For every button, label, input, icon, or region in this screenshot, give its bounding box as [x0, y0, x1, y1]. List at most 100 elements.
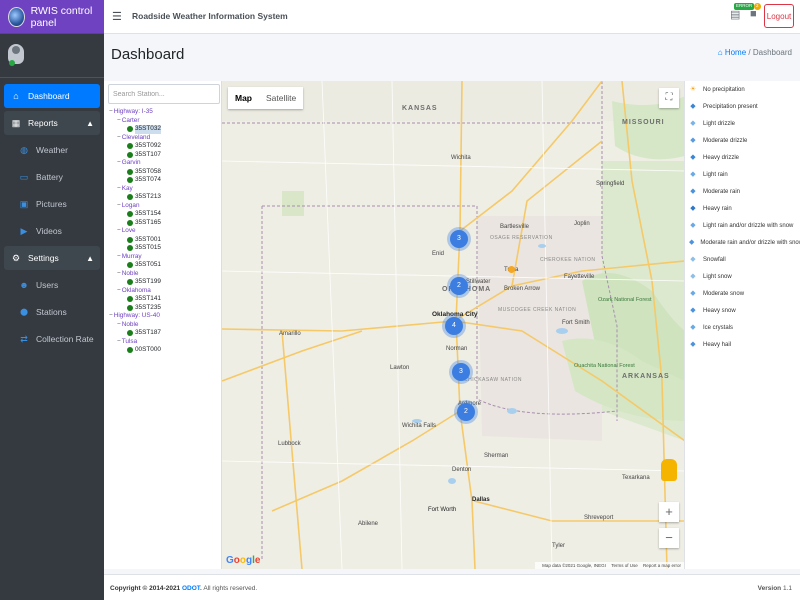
tree-county-node[interactable]: − Garvin	[109, 159, 161, 168]
legend-label: Snowfall	[703, 256, 726, 263]
map-type-map-button[interactable]: Map	[228, 87, 259, 109]
zoom-in-button[interactable]: +	[659, 502, 679, 522]
menu-toggle-icon[interactable]: ☰	[112, 10, 122, 23]
map-city-label: Dallas	[472, 497, 490, 503]
street-view-pegman-icon[interactable]	[661, 459, 677, 481]
logout-button[interactable]: Logout	[764, 4, 794, 28]
legend-label: Heavy drizzle	[703, 154, 740, 161]
footer-version: Version 1.1	[758, 585, 792, 592]
collapse-icon[interactable]: −	[117, 287, 121, 296]
tree-county-node[interactable]: − Love	[109, 227, 161, 236]
legend-item: ◆ Light rain	[685, 166, 800, 183]
collapse-icon[interactable]: −	[117, 202, 121, 211]
tree-station-node[interactable]: 35ST032	[109, 125, 161, 134]
tree-station-node[interactable]: 35ST141	[109, 295, 161, 304]
collapse-icon[interactable]: −	[117, 227, 121, 236]
tree-node-label: 35ST199	[135, 278, 161, 285]
tree-station-node[interactable]: 35ST001	[109, 236, 161, 245]
collapse-icon[interactable]: −	[109, 108, 113, 117]
tree-station-node[interactable]: 35ST199	[109, 278, 161, 287]
station-cluster-marker[interactable]: 2	[450, 277, 468, 295]
collapse-icon[interactable]: −	[117, 185, 121, 194]
station-status-icon	[127, 151, 133, 158]
station-status-icon	[127, 143, 133, 150]
station-cluster-marker[interactable]: 4	[445, 317, 463, 335]
station-status-icon	[127, 304, 133, 311]
tree-county-node[interactable]: − Murray	[109, 253, 161, 262]
station-cluster-marker[interactable]: 3	[452, 363, 470, 381]
tree-county-node[interactable]: − Logan	[109, 202, 161, 211]
sidebar-item-dashboard[interactable]: ⌂ Dashboard	[4, 84, 100, 108]
tree-station-node[interactable]: 35ST015	[109, 244, 161, 253]
sidebar-item-stations[interactable]: ⬤ Stations	[4, 300, 100, 324]
collapse-icon[interactable]: −	[117, 134, 121, 143]
tree-highway-node[interactable]: − Highway: I-35	[109, 108, 161, 117]
collapse-icon[interactable]: −	[117, 117, 121, 126]
sidebar-item-collection-rate[interactable]: ⇄ Collection Rate	[4, 327, 100, 351]
tree-station-node[interactable]: 35ST107	[109, 151, 161, 160]
legend-item: ◆ Ice crystals	[685, 319, 800, 336]
tree-station-node[interactable]: 35ST165	[109, 219, 161, 228]
collapse-icon[interactable]: −	[109, 312, 113, 321]
station-marker-icon[interactable]	[508, 266, 515, 273]
tree-station-node[interactable]: 35ST235	[109, 304, 161, 313]
collapse-icon[interactable]: −	[117, 253, 121, 262]
tree-station-node[interactable]: 35ST154	[109, 210, 161, 219]
legend-item: ◆ Heavy rain	[685, 200, 800, 217]
sidebar-item-videos[interactable]: ▶ Videos	[4, 219, 100, 243]
collapse-icon[interactable]: −	[117, 338, 121, 347]
footer: Copyright © 2014-2021 ODOT. All rights r…	[104, 574, 800, 600]
tree-station-node[interactable]: 35ST213	[109, 193, 161, 202]
sidebar-item-battery[interactable]: ▭ Battery	[4, 165, 100, 189]
video-icon: ▶	[20, 225, 28, 236]
tree-county-node[interactable]: − Carter	[109, 117, 161, 126]
sidebar-item-settings[interactable]: ⚙ Settings ▲	[4, 246, 100, 270]
sidebar-item-weather[interactable]: ◍ Weather	[4, 138, 100, 162]
users-icon: ☻	[19, 280, 29, 290]
map-view[interactable]: KANSAS MISSOURI OKLAHOMA ARKANSAS Wichit…	[221, 81, 684, 569]
precipitation-icon: ◆	[690, 204, 696, 212]
breadcrumb-home-link[interactable]: ⌂ Home	[718, 48, 746, 57]
tree-node-label: Oklahoma	[121, 286, 151, 294]
tree-station-node[interactable]: 35ST187	[109, 329, 161, 338]
legend-item: ◆ Light drizzle	[685, 115, 800, 132]
tree-highway-node[interactable]: − Highway: US-40	[109, 312, 161, 321]
terms-link[interactable]: Terms of Use	[611, 563, 638, 568]
map-type-satellite-button[interactable]: Satellite	[259, 87, 303, 109]
station-cluster-marker[interactable]: 3	[450, 230, 468, 248]
sidebar-item-reports[interactable]: ▦ Reports ▲	[4, 111, 100, 135]
odot-link[interactable]: ODOT.	[182, 585, 202, 592]
clipboard-icon: ▤	[730, 9, 741, 21]
tree-station-node[interactable]: 35ST092	[109, 142, 161, 151]
map-state-label: MISSOURI	[622, 119, 665, 126]
tree-county-node[interactable]: − Cleveland	[109, 134, 161, 143]
camera-button[interactable]: ■ 2	[750, 3, 761, 20]
zoom-out-button[interactable]: −	[659, 528, 679, 548]
collapse-icon[interactable]: −	[117, 321, 121, 330]
brand-link[interactable]: RWIS control panel	[0, 0, 104, 34]
tree-station-node[interactable]: 35ST074	[109, 176, 161, 185]
station-search-input[interactable]	[108, 84, 220, 104]
notifications-button[interactable]: ▤ ERROR	[730, 3, 755, 21]
legend-label: Moderate rain and/or drizzle with snow	[700, 239, 800, 246]
tree-station-node[interactable]: 35ST051	[109, 261, 161, 270]
copyright-text: Copyright © 2014-2021	[110, 585, 181, 592]
tree-county-node[interactable]: − Tulsa	[109, 338, 161, 347]
station-cluster-marker[interactable]: 2	[457, 403, 475, 421]
collapse-icon[interactable]: −	[117, 270, 121, 279]
precipitation-icon: ◆	[690, 170, 696, 178]
collapse-icon[interactable]: −	[117, 159, 121, 168]
tree-county-node[interactable]: − Kay	[109, 185, 161, 194]
station-tree: − Highway: I-35− Carter 35ST032− Cleveland 35…	[109, 108, 161, 355]
tree-node-label: 35ST074	[135, 176, 161, 183]
sidebar-item-users[interactable]: ☻ Users	[4, 273, 100, 297]
tree-county-node[interactable]: − Noble	[109, 321, 161, 330]
tree-county-node[interactable]: − Oklahoma	[109, 287, 161, 296]
tree-station-node[interactable]: 00ST000	[109, 346, 161, 355]
sidebar-item-pictures[interactable]: ▣ Pictures	[4, 192, 100, 216]
home-icon: ⌂	[13, 91, 19, 101]
tree-county-node[interactable]: − Noble	[109, 270, 161, 279]
report-error-link[interactable]: Report a map error	[643, 563, 681, 568]
fullscreen-icon[interactable]: ⛶	[659, 88, 679, 108]
tree-station-node[interactable]: 35ST058	[109, 168, 161, 177]
